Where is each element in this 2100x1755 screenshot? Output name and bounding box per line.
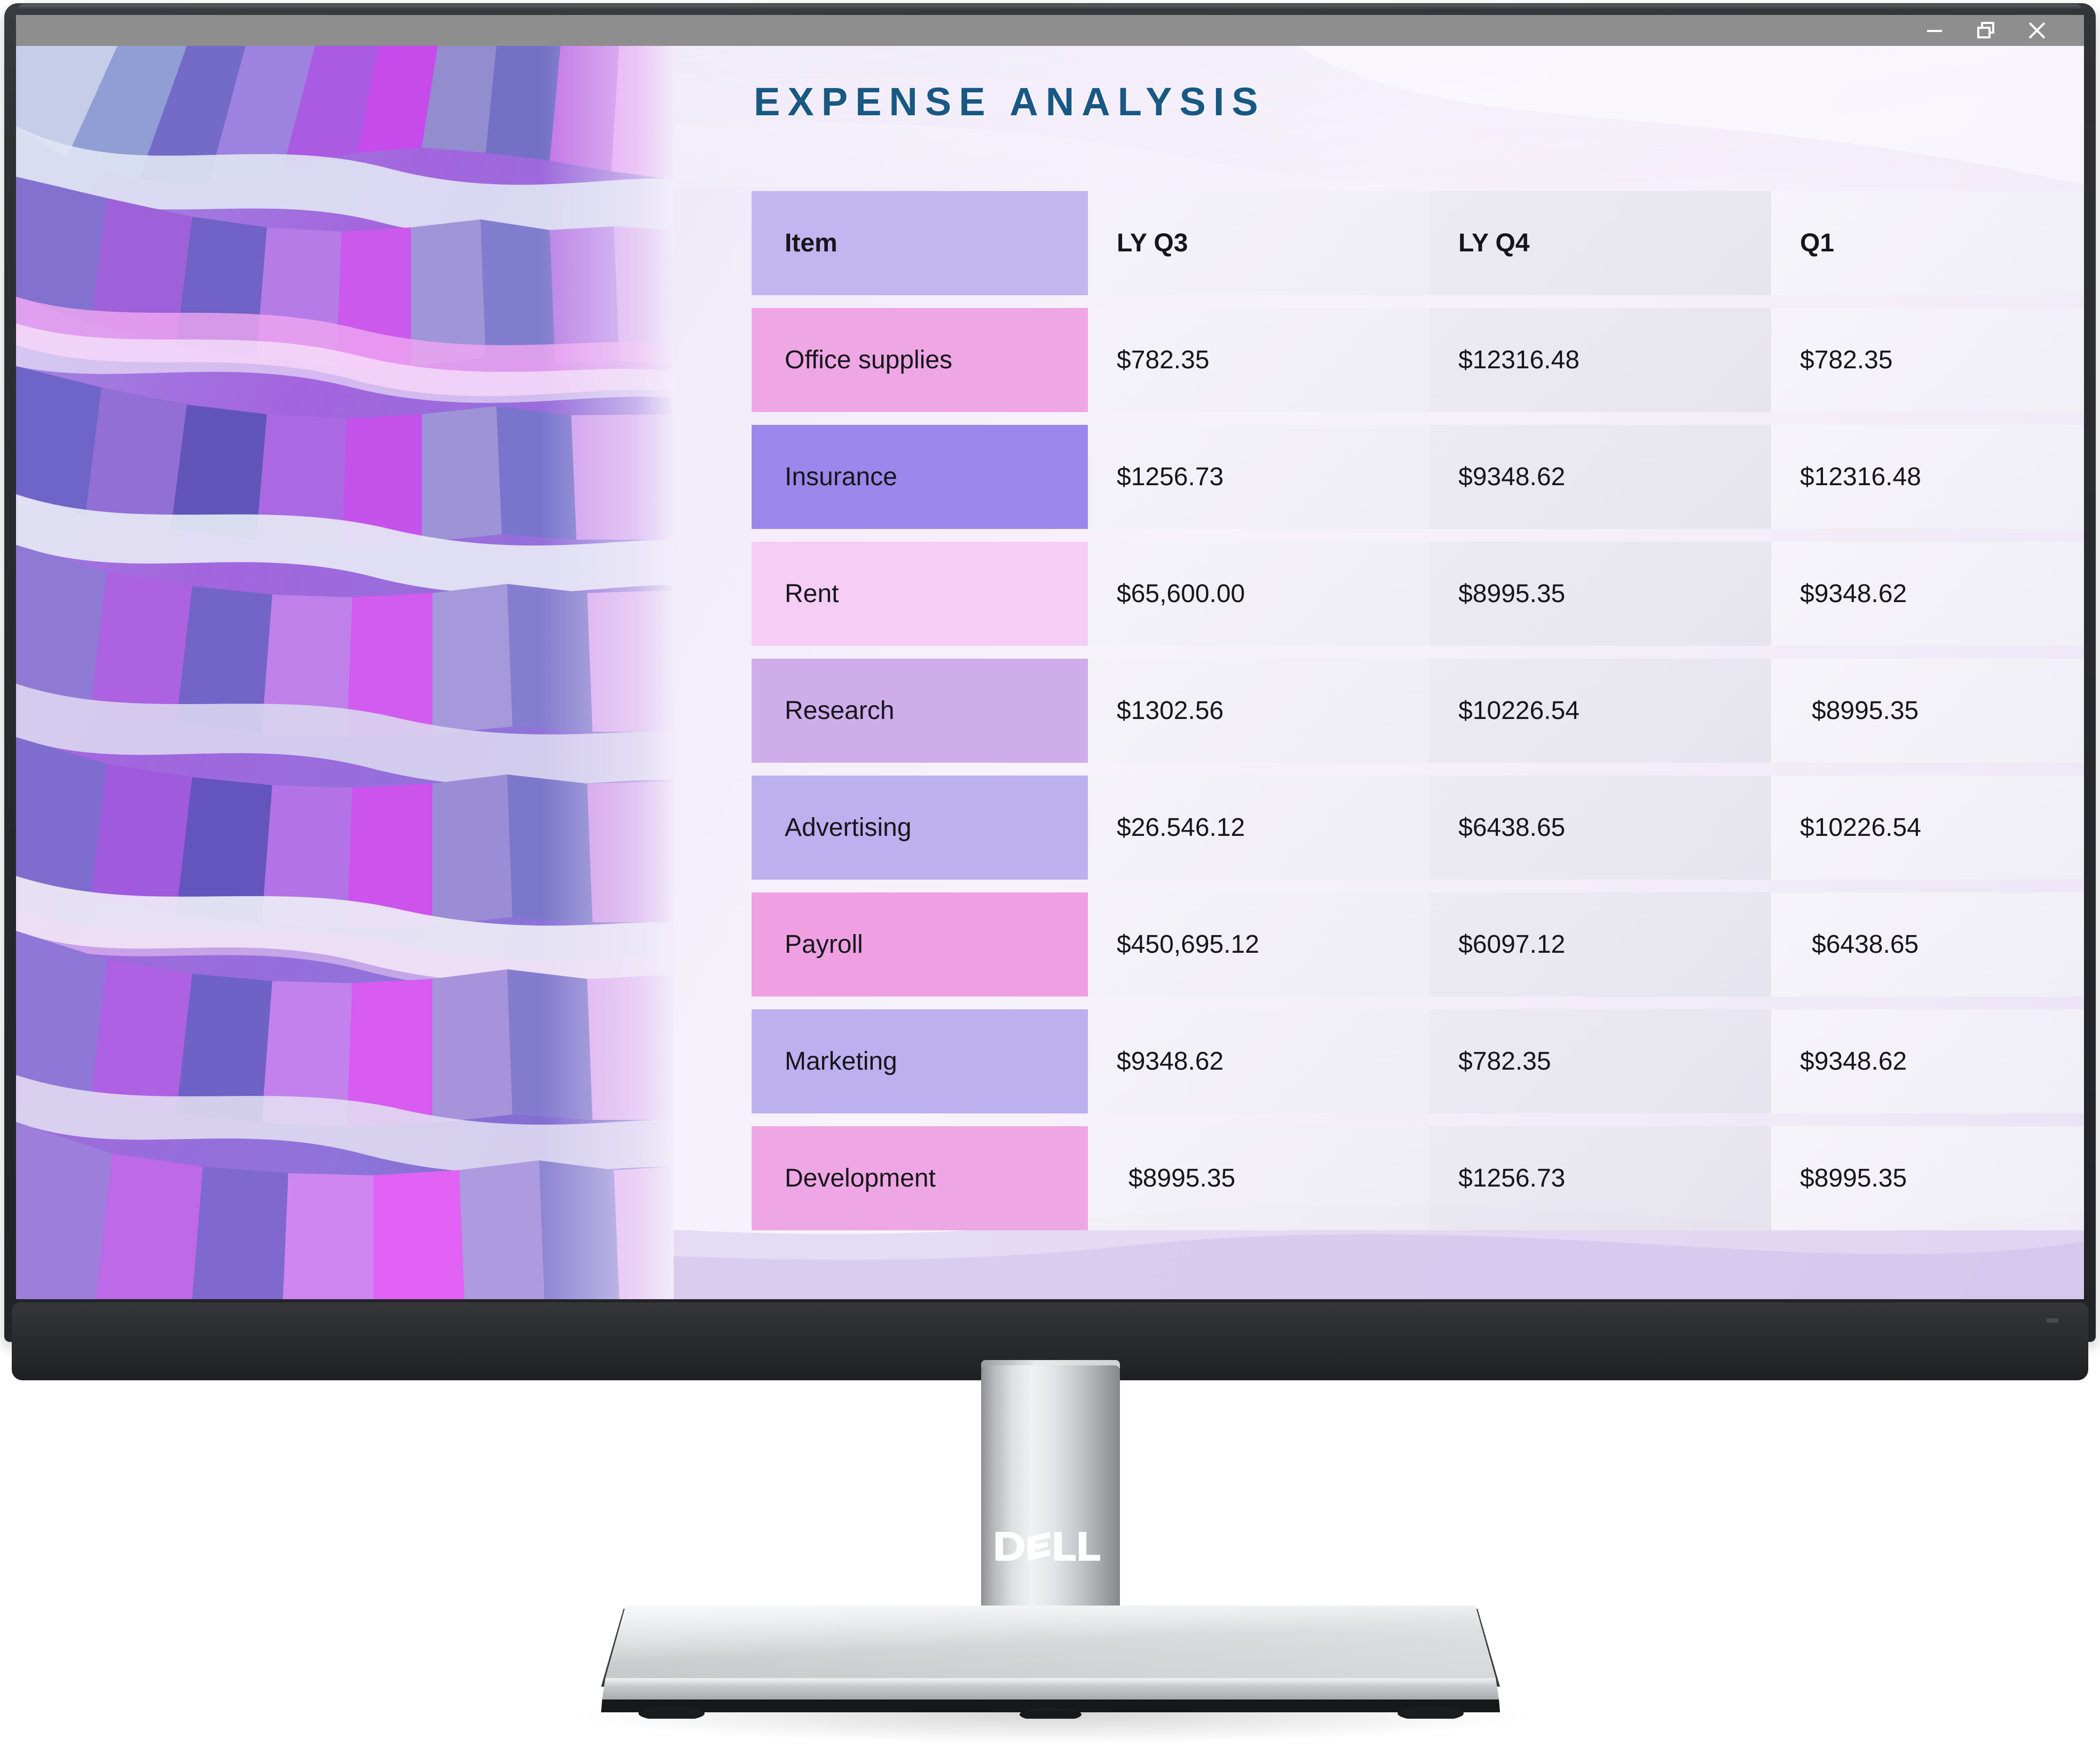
stand-base-art (601, 1606, 1500, 1719)
column-header-q1[interactable]: Q1 (1771, 191, 2084, 295)
cell-ly-q4: $10226.54 (1430, 659, 1771, 763)
row-label: Advertising (752, 776, 1088, 880)
table-row[interactable]: Rent $65,600.00 $8995.35 $9348.62 (752, 542, 2084, 646)
row-label: Rent (752, 542, 1088, 646)
restore-button[interactable] (1960, 15, 2011, 46)
power-led (2047, 1318, 2058, 1323)
cell-ly-q4: $6097.12 (1430, 892, 1771, 997)
table-row[interactable]: Office supplies $782.35 $12316.48 $782.3… (752, 308, 2084, 412)
row-label: Marketing (752, 1009, 1088, 1113)
bezel-highlight (18, 4, 2082, 10)
cell-ly-q4: $1256.73 (1430, 1126, 1771, 1230)
cell-ly-q3: $65,600.00 (1088, 542, 1430, 646)
table-row[interactable]: Advertising $26.546.12 $6438.65 $10226.5… (752, 776, 2084, 880)
close-button[interactable] (2011, 15, 2063, 46)
stand-base (593, 1602, 1509, 1719)
cell-ly-q3: $1256.73 (1088, 425, 1430, 529)
row-label: Research (752, 659, 1088, 763)
row-label: Payroll (752, 892, 1088, 997)
table-header-row: Item LY Q3 LY Q4 Q1 (752, 191, 2084, 295)
minimize-button[interactable] (1909, 15, 1960, 46)
monitor-assembly: EXPENSE ANALYSIS Item LY Q3 LY Q4 Q1 Off… (0, 0, 2100, 1755)
table-row[interactable]: Payroll $450,695.12 $6097.12 $6438.65 (752, 892, 2084, 997)
cell-q1: $6438.65 (1771, 892, 2084, 997)
cell-ly-q4: $6438.65 (1430, 776, 1771, 880)
dell-logo (981, 1528, 1120, 1565)
page-title: EXPENSE ANALYSIS (754, 80, 1266, 124)
cell-ly-q4: $782.35 (1430, 1009, 1771, 1113)
row-label: Development (752, 1126, 1088, 1230)
cell-q1: $8995.35 (1771, 659, 2084, 763)
row-label: Office supplies (752, 308, 1088, 412)
cell-ly-q3: $782.35 (1088, 308, 1430, 412)
cell-q1: $12316.48 (1771, 425, 2084, 529)
table-row[interactable]: Marketing $9348.62 $782.35 $9348.62 (752, 1009, 2084, 1113)
restore-icon (1974, 19, 1998, 42)
wallpaper-art (16, 46, 674, 1299)
row-label: Insurance (752, 425, 1088, 529)
cell-ly-q3: $9348.62 (1088, 1009, 1430, 1113)
cell-ly-q4: $12316.48 (1430, 308, 1771, 412)
dell-wordmark-icon (996, 1532, 1100, 1561)
monitor-screen: EXPENSE ANALYSIS Item LY Q3 LY Q4 Q1 Off… (16, 15, 2084, 1299)
close-icon (2025, 19, 2049, 42)
cell-ly-q3: $1302.56 (1088, 659, 1430, 763)
minimize-icon (1923, 19, 1946, 42)
cell-ly-q3: $26.546.12 (1088, 776, 1430, 880)
cell-ly-q3: $450,695.12 (1088, 892, 1430, 997)
cell-q1: $782.35 (1771, 308, 2084, 412)
cell-ly-q3: $8995.35 (1088, 1126, 1430, 1230)
desktop-wallpaper (16, 46, 674, 1299)
column-header-ly-q3[interactable]: LY Q3 (1088, 191, 1430, 295)
column-header-item[interactable]: Item (752, 191, 1088, 295)
base-shadow (577, 1711, 1527, 1743)
cell-q1: $9348.62 (1771, 542, 2084, 646)
table-row[interactable]: Development $8995.35 $1256.73 $8995.35 (752, 1126, 2084, 1230)
cell-q1: $8995.35 (1771, 1126, 2084, 1230)
column-header-ly-q4[interactable]: LY Q4 (1430, 191, 1771, 295)
cell-q1: $9348.62 (1771, 1009, 2084, 1113)
expense-table: Item LY Q3 LY Q4 Q1 Office supplies $782… (752, 191, 2084, 1243)
cell-q1: $10226.54 (1771, 776, 2084, 880)
cell-ly-q4: $9348.62 (1430, 425, 1771, 529)
cell-ly-q4: $8995.35 (1430, 542, 1771, 646)
table-row[interactable]: Insurance $1256.73 $9348.62 $12316.48 (752, 425, 2084, 529)
table-row[interactable]: Research $1302.56 $10226.54 $8995.35 (752, 659, 2084, 763)
window-title-bar (16, 15, 2084, 46)
